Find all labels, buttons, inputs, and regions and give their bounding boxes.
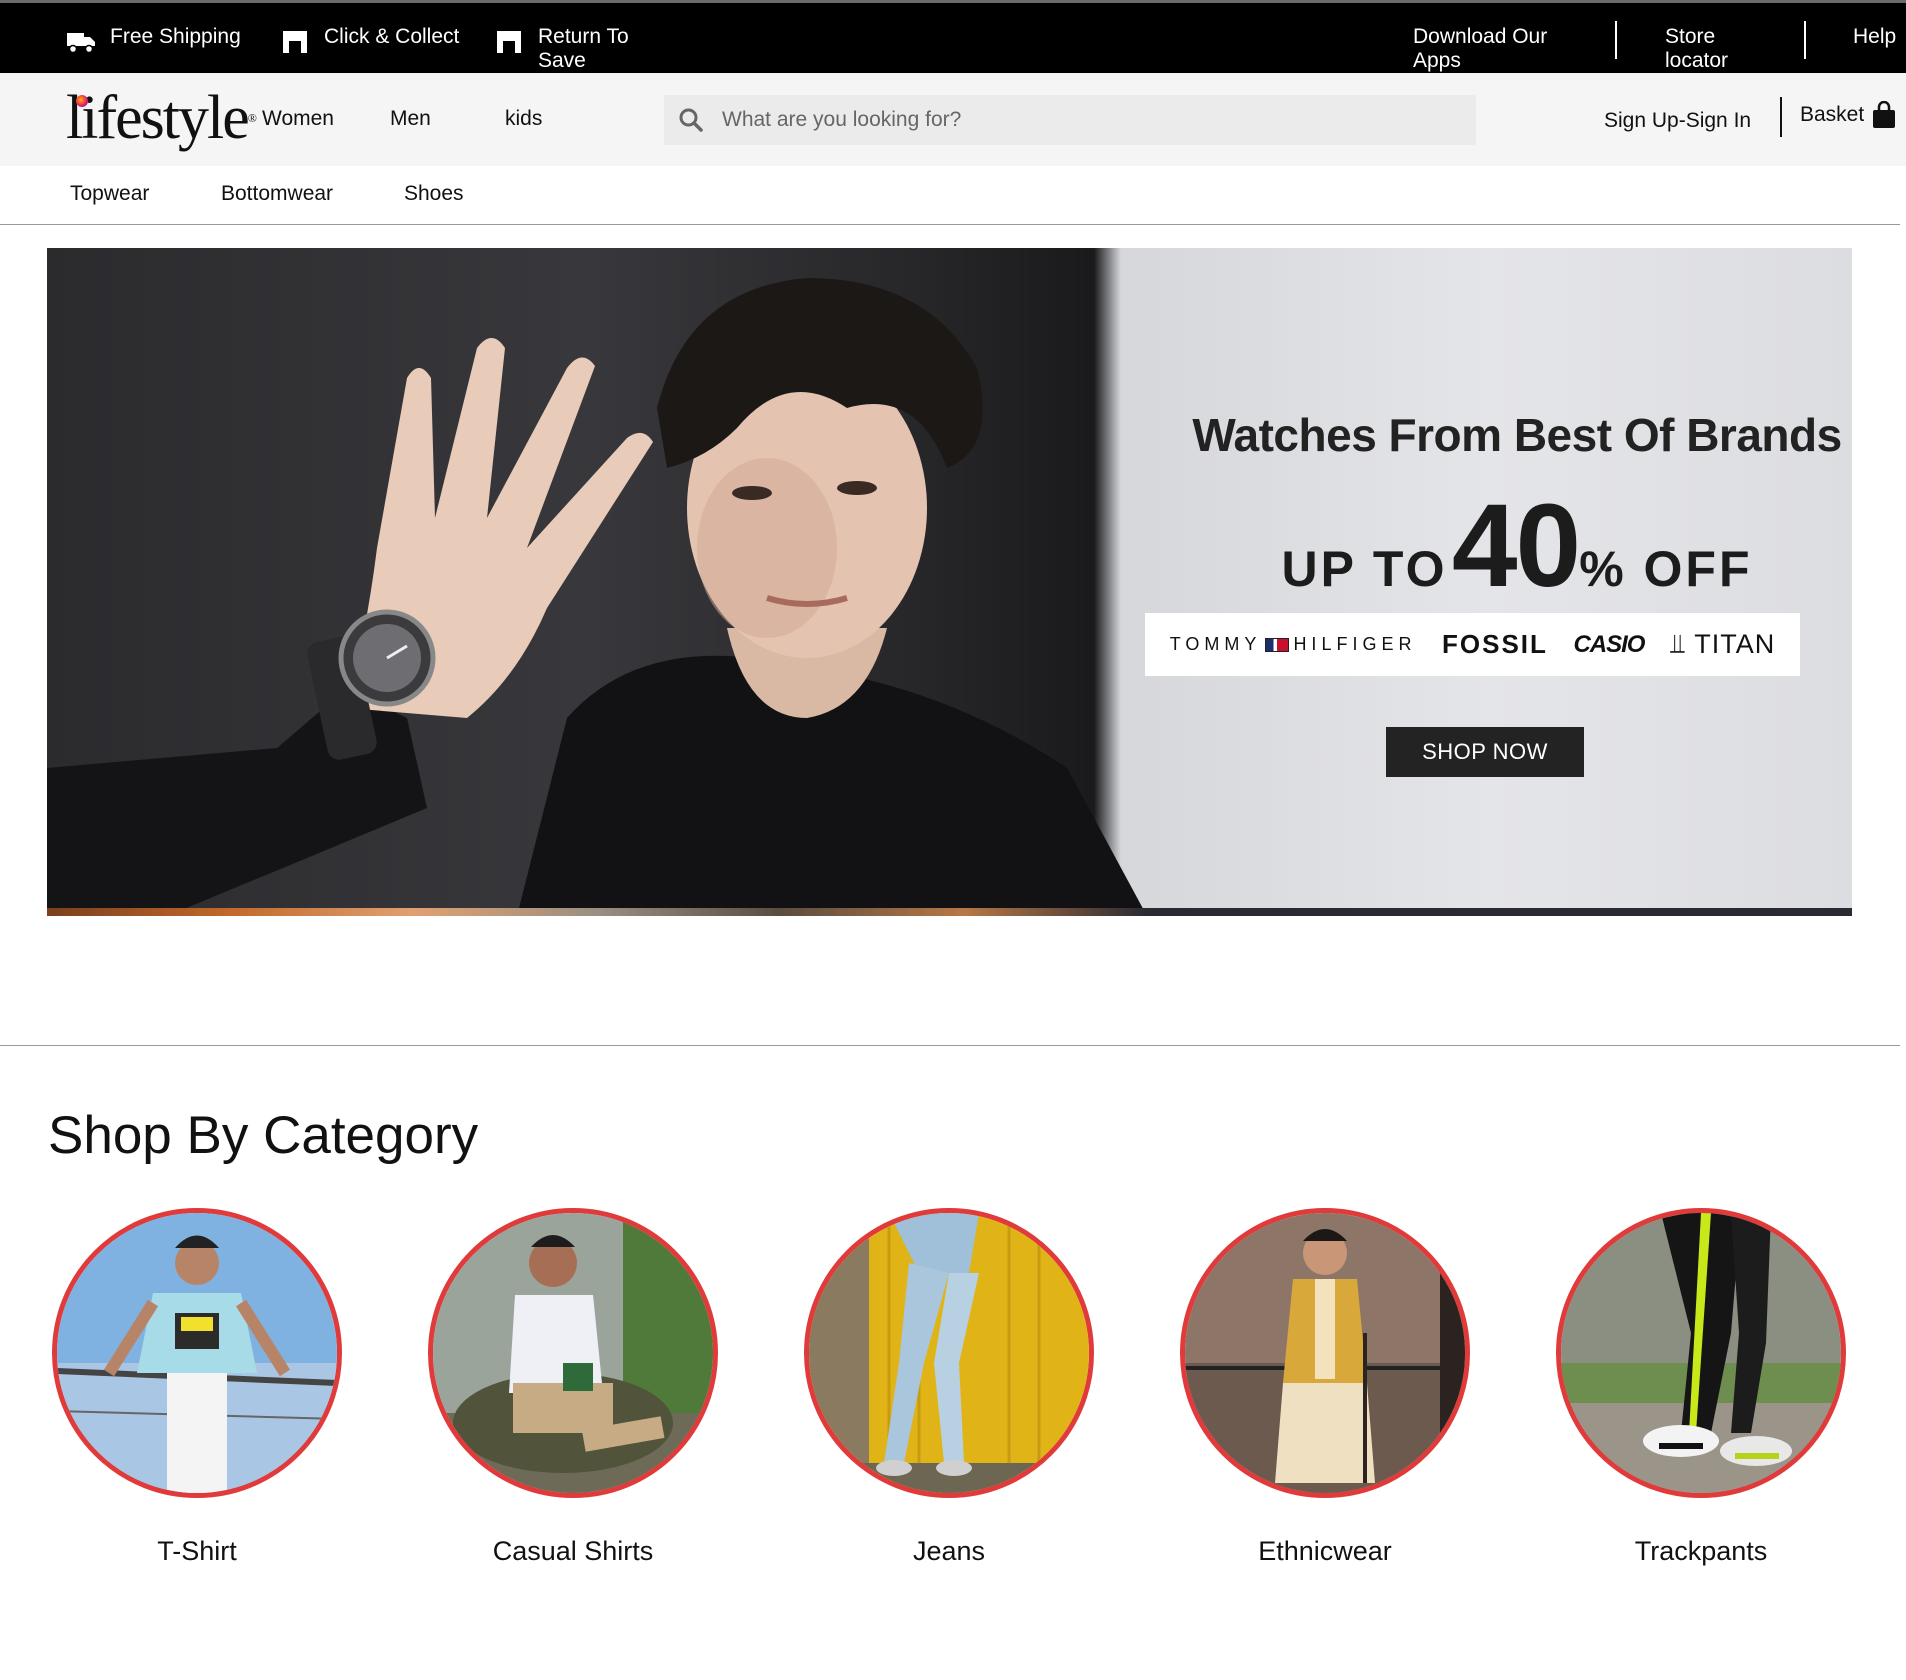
category-label: Ethnicwear: [1258, 1536, 1392, 1566]
category-image-jeans: [804, 1208, 1094, 1498]
titan-logo: ⫫ TITAN: [1670, 628, 1776, 659]
nav-men[interactable]: Men: [390, 107, 431, 131]
category-label: T-Shirt: [157, 1536, 237, 1566]
top-utility-bar: Free Shipping Click & Collect Return To …: [0, 0, 1906, 73]
category-label: Casual Shirts: [492, 1536, 654, 1566]
hero-discount: UP TO 40% OFF: [1147, 478, 1852, 614]
section-divider: [0, 1045, 1900, 1046]
topbar-divider: [1615, 21, 1617, 59]
hero-off: % OFF: [1579, 541, 1753, 597]
search-icon: [679, 108, 703, 132]
subnav-shoes[interactable]: Shoes: [404, 182, 464, 206]
truck-icon: [67, 33, 95, 54]
casio-logo: CASIO: [1573, 630, 1645, 658]
banner-bottom-stripe-colored: [47, 908, 1147, 916]
hero-percent: 40: [1451, 480, 1581, 612]
shop-by-category-title: Shop By Category: [48, 1106, 479, 1165]
header-divider: [1780, 97, 1782, 137]
category-image-trackpants: [1556, 1208, 1846, 1498]
category-image-tshirt: [52, 1208, 342, 1498]
nav-women[interactable]: Women: [262, 107, 334, 131]
hero-up-to: UP TO: [1281, 541, 1448, 597]
category-trackpants[interactable]: Trackpants: [1556, 1208, 1846, 1567]
sub-navigation: Topwear Bottomwear Shoes: [0, 166, 1900, 225]
model-with-watch-image: [47, 278, 1147, 916]
category-label: Jeans: [912, 1536, 986, 1566]
category-image-casual-shirts: [428, 1208, 718, 1498]
shop-now-button[interactable]: SHOP NOW: [1386, 727, 1584, 777]
subnav-topwear[interactable]: Topwear: [70, 182, 149, 206]
free-shipping-link[interactable]: Free Shipping: [66, 25, 250, 55]
nav-kids[interactable]: kids: [505, 107, 542, 131]
free-shipping-label: Free Shipping: [110, 25, 241, 48]
click-collect-link[interactable]: Click & Collect: [280, 25, 464, 55]
basket-button[interactable]: Basket: [1800, 101, 1896, 129]
shopping-bag-icon: [1873, 101, 1896, 128]
help-link[interactable]: Help: [1853, 25, 1896, 49]
brand-logos-strip: TOMMY HILFIGER FOSSIL CASIO ⫫ TITAN: [1145, 613, 1800, 676]
flag-icon: [1265, 637, 1290, 652]
return-save-link[interactable]: Return To Save: [494, 25, 678, 73]
logo-dot: [76, 95, 88, 107]
category-ethnicwear[interactable]: Ethnicwear: [1180, 1208, 1470, 1567]
category-tshirt[interactable]: T-Shirt: [52, 1208, 342, 1567]
tommy-hilfiger-logo: TOMMY HILFIGER: [1169, 634, 1417, 654]
store-icon: [497, 31, 521, 53]
click-collect-label: Click & Collect: [324, 25, 460, 48]
signin-link[interactable]: Sign Up-Sign In: [1604, 109, 1751, 133]
search-bar[interactable]: [664, 95, 1476, 145]
return-save-label: Return To Save: [538, 25, 629, 72]
category-image-ethnicwear: [1180, 1208, 1470, 1498]
search-input[interactable]: [720, 107, 1424, 133]
lifestyle-logo[interactable]: lifestyle®: [66, 84, 257, 152]
topbar-divider: [1804, 21, 1806, 59]
download-apps-link[interactable]: Download Our Apps: [1413, 25, 1563, 73]
main-header: lifestyle® Women Men kids Sign Up-Sign I…: [0, 73, 1906, 166]
category-label: Trackpants: [1634, 1536, 1768, 1566]
store-icon: [283, 31, 307, 53]
fossil-logo: FOSSIL: [1442, 629, 1548, 659]
hero-title: Watches From Best Of Brands: [1192, 409, 1842, 461]
category-jeans[interactable]: Jeans: [804, 1208, 1094, 1567]
basket-label: Basket: [1800, 103, 1865, 126]
subnav-bottomwear[interactable]: Bottomwear: [221, 182, 333, 206]
hero-banner[interactable]: Watches From Best Of Brands UP TO 40% OF…: [47, 248, 1852, 916]
logo-text: lifestyle: [66, 84, 250, 152]
category-casual-shirts[interactable]: Casual Shirts: [428, 1208, 718, 1567]
store-locator-link[interactable]: Store locator: [1665, 25, 1765, 73]
